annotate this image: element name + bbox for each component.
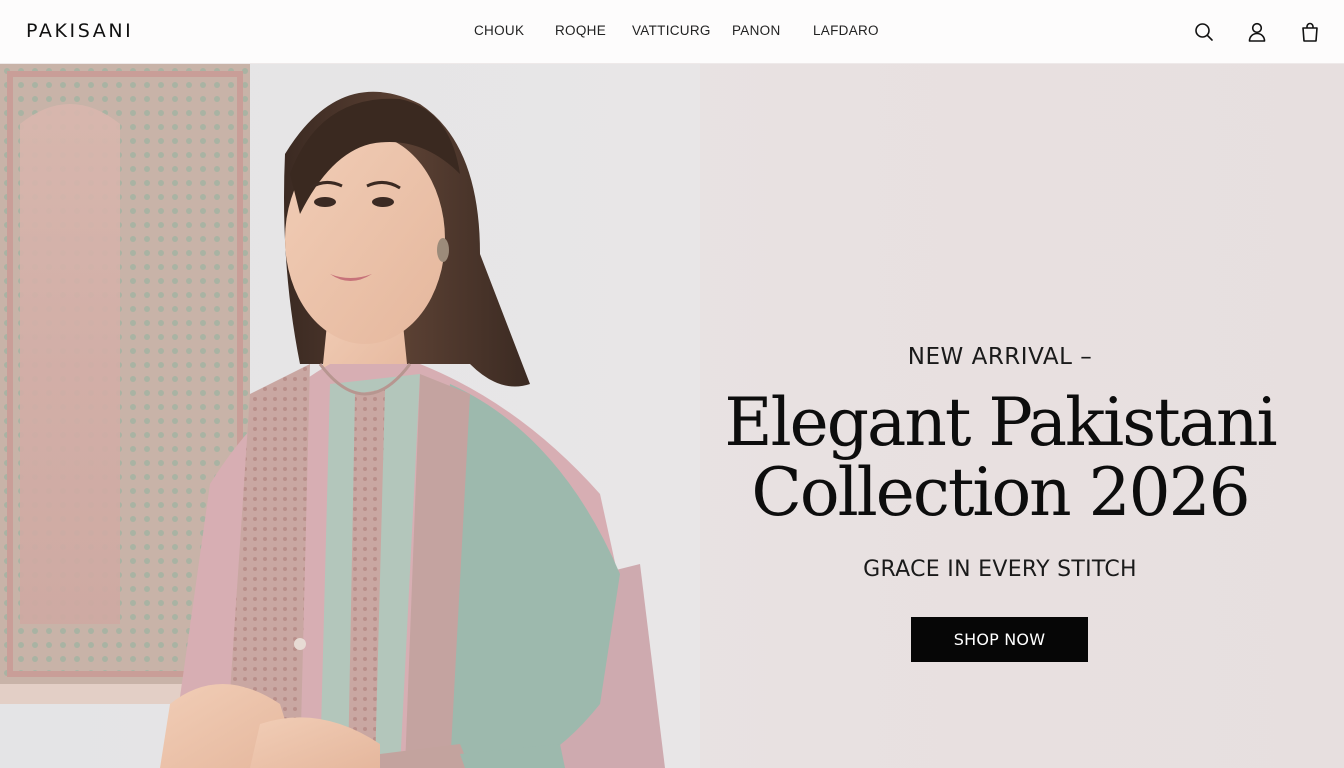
shop-now-button[interactable]: SHOP NOW xyxy=(911,617,1088,662)
search-icon[interactable] xyxy=(1192,20,1216,44)
hero-model-image xyxy=(0,64,700,768)
hero-eyebrow: NEW ARRIVAL – xyxy=(907,344,1093,370)
hero-title-line1: Elegant Pakistani xyxy=(724,384,1277,461)
nav-item-3[interactable]: VATTICURG xyxy=(632,23,732,38)
brand-logo[interactable]: PAKISANI xyxy=(26,20,133,42)
hero-title-line2: Collection 2026 xyxy=(751,454,1250,531)
header-icons xyxy=(1192,20,1322,44)
nav-item-1[interactable]: CHOUK xyxy=(474,23,555,38)
nav-item-2[interactable]: ROQHE xyxy=(555,23,632,38)
site-header: PAKISANI CHOUK ROQHE VATTICURG PANON LAF… xyxy=(0,0,1344,64)
nav-item-4[interactable]: PANON xyxy=(732,23,813,38)
hero-subtitle: GRACE IN EVERY STITCH xyxy=(863,557,1137,582)
hero-title: Elegant Pakistani Collection 2026 xyxy=(700,388,1300,528)
nav-item-5[interactable]: LAFDARO xyxy=(813,23,879,38)
main-nav: CHOUK ROQHE VATTICURG PANON LAFDARO xyxy=(474,23,879,38)
account-icon[interactable] xyxy=(1245,20,1269,44)
shopping-bag-icon[interactable] xyxy=(1298,20,1322,44)
hero-banner: NEW ARRIVAL – Elegant Pakistani Collecti… xyxy=(0,64,1344,768)
